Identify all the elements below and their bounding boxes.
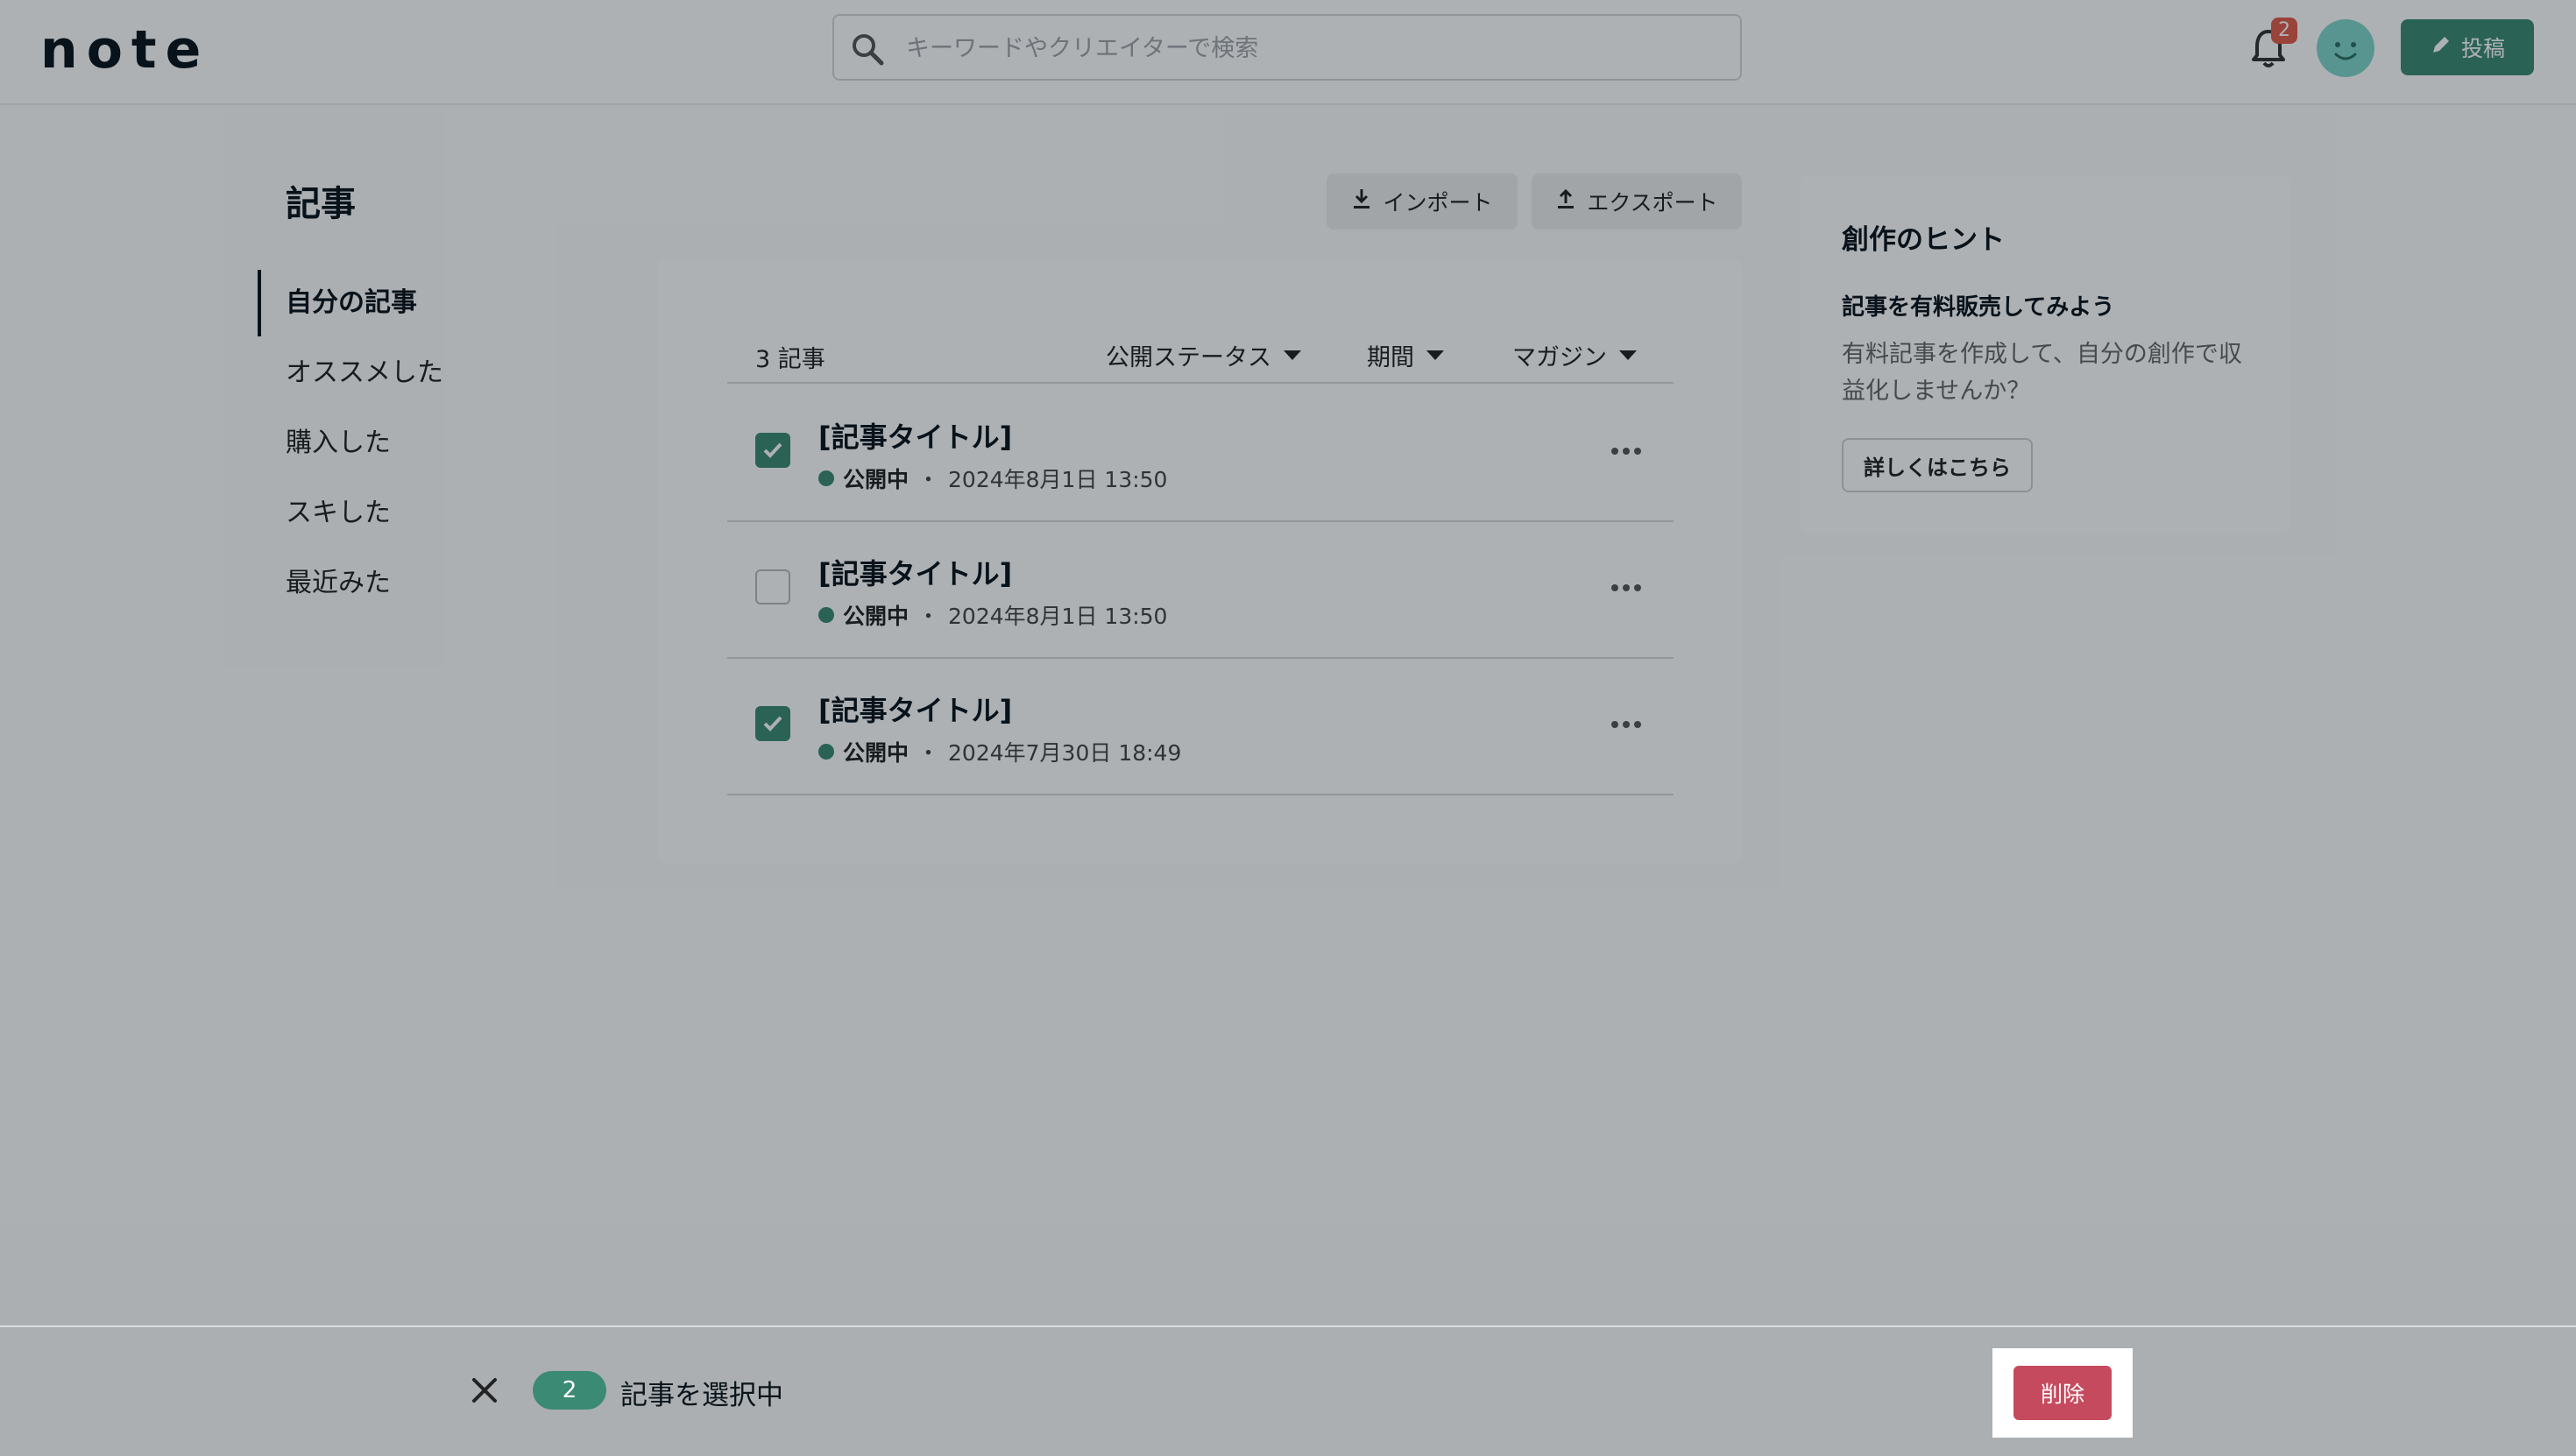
close-icon[interactable] [467, 1373, 502, 1411]
delete-button[interactable]: 削除 [2013, 1366, 2112, 1420]
delete-highlight: 削除 [1992, 1348, 2133, 1438]
selected-text: 記事を選択中 [620, 1380, 783, 1411]
selected-count-badge: 2 [533, 1371, 606, 1410]
selection-bar: 2 記事を選択中 削除 [0, 1325, 2576, 1456]
selection-bar-dim [0, 1327, 2576, 1456]
dim-overlay [0, 0, 2576, 1454]
